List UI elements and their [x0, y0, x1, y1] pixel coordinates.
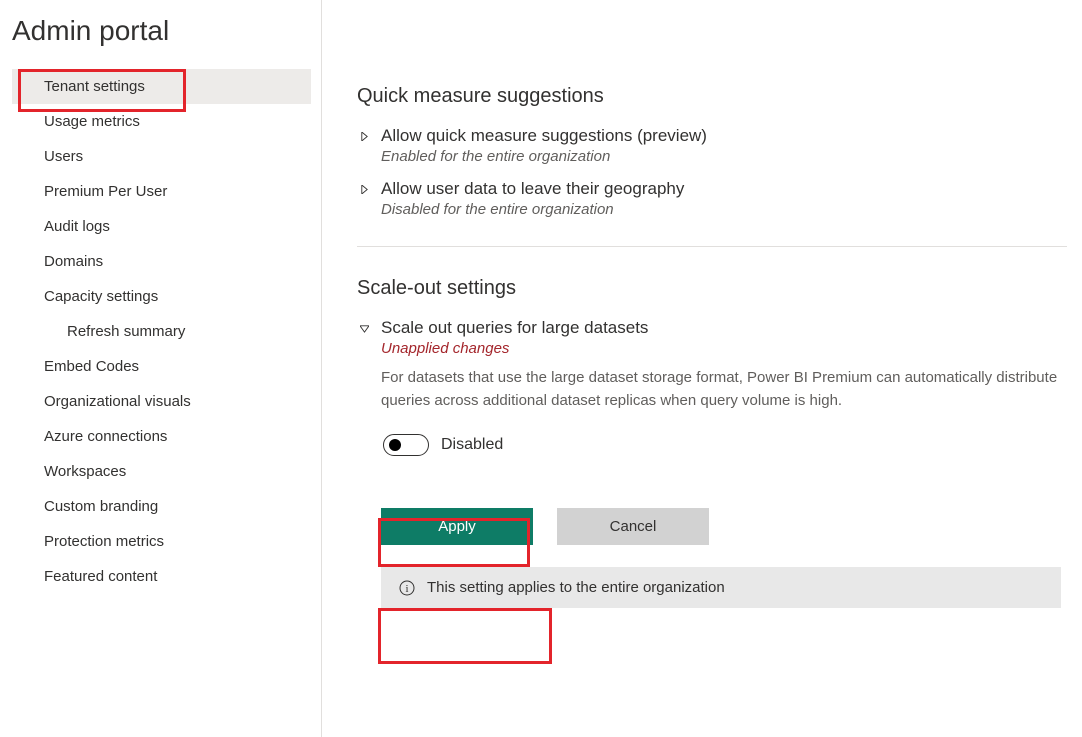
setting-status: Disabled for the entire organization — [381, 201, 684, 218]
annotation-highlight-apply — [378, 608, 552, 664]
annotation-highlight-tenant — [18, 69, 186, 112]
setting-user-data-geography[interactable]: Allow user data to leave their geography… — [357, 169, 1067, 222]
annotation-highlight-toggle — [378, 518, 530, 567]
sidebar-item-premium-per-user[interactable]: Premium Per User — [12, 174, 311, 209]
sidebar-item-organizational-visuals[interactable]: Organizational visuals — [12, 384, 311, 419]
setting-description: For datasets that use the large dataset … — [381, 367, 1061, 412]
divider — [357, 246, 1067, 247]
sidebar-item-custom-branding[interactable]: Custom branding — [12, 489, 311, 524]
setting-label: Allow quick measure suggestions (preview… — [381, 126, 707, 146]
nav-list: Tenant settings Usage metrics Users Prem… — [12, 69, 311, 594]
sidebar-item-featured-content[interactable]: Featured content — [12, 559, 311, 594]
caret-right-icon — [357, 182, 371, 196]
sidebar-item-domains[interactable]: Domains — [12, 244, 311, 279]
info-banner-text: This setting applies to the entire organ… — [427, 579, 725, 596]
toggle-switch[interactable] — [383, 434, 429, 456]
section-title-scale-out: Scale-out settings — [357, 277, 1067, 300]
info-banner: i This setting applies to the entire org… — [381, 567, 1061, 608]
cancel-button[interactable]: Cancel — [557, 508, 709, 545]
sidebar-item-azure-connections[interactable]: Azure connections — [12, 419, 311, 454]
setting-status: Enabled for the entire organization — [381, 148, 707, 165]
sidebar-item-capacity-settings[interactable]: Capacity settings — [12, 279, 311, 314]
svg-text:i: i — [405, 583, 408, 595]
sidebar-item-audit-logs[interactable]: Audit logs — [12, 209, 311, 244]
caret-right-icon — [357, 129, 371, 143]
sidebar-item-users[interactable]: Users — [12, 139, 311, 174]
sidebar-item-refresh-summary[interactable]: Refresh summary — [12, 314, 311, 349]
caret-down-icon — [357, 321, 371, 335]
setting-label: Allow user data to leave their geography — [381, 179, 684, 199]
section-title-quick-measure: Quick measure suggestions — [357, 85, 1067, 108]
setting-label: Scale out queries for large datasets — [381, 318, 1061, 338]
sidebar-item-embed-codes[interactable]: Embed Codes — [12, 349, 311, 384]
portal-title: Admin portal — [12, 15, 311, 47]
sidebar-item-protection-metrics[interactable]: Protection metrics — [12, 524, 311, 559]
toggle-label: Disabled — [441, 436, 503, 454]
toggle-knob — [389, 439, 401, 451]
setting-status-unapplied: Unapplied changes — [381, 340, 1061, 357]
setting-quick-measure-suggestions[interactable]: Allow quick measure suggestions (preview… — [357, 116, 1067, 169]
info-icon: i — [399, 580, 415, 596]
toggle-container: Disabled — [381, 430, 505, 460]
sidebar-item-workspaces[interactable]: Workspaces — [12, 454, 311, 489]
